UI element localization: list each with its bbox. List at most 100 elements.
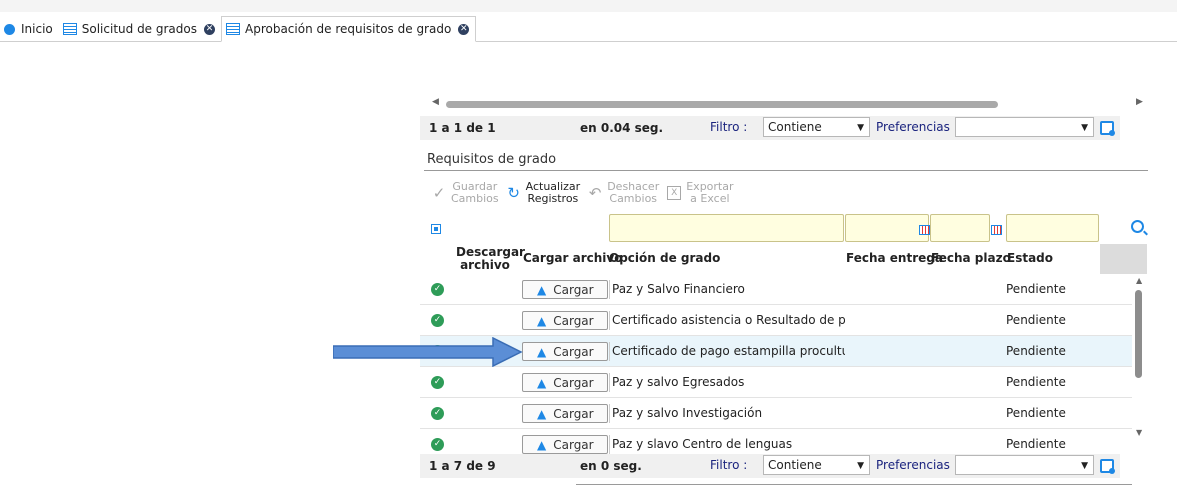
tab-solicitud-de-grados[interactable]: Solicitud de grados ✕ — [59, 17, 221, 41]
close-tab-icon[interactable]: ✕ — [204, 23, 215, 35]
undo-icon: ↶ — [588, 184, 602, 202]
column-status[interactable]: Estado — [1007, 252, 1053, 265]
pager-bottom: 1 a 7 de 9 en 0 seg. Filtro : Contiene ▼… — [420, 454, 1120, 478]
table-row[interactable]: ✓ ▲ Cargar Paz y Salvo Financiero Pendien… — [420, 274, 1132, 305]
upload-arrow-icon: ▲ — [537, 313, 547, 328]
table-row[interactable]: ✓ ▲ Cargar Paz y slavo Centro de lenguas … — [420, 429, 1132, 454]
undo-changes-button[interactable]: ↶ Deshacer Cambios — [586, 176, 659, 210]
upload-button[interactable]: ▲ Cargar — [522, 280, 608, 299]
horizontal-scrollbar[interactable]: ◀ ▶ — [420, 96, 1150, 110]
chevron-down-icon: ▼ — [1081, 461, 1088, 471]
upload-arrow-icon: ▲ — [537, 375, 547, 390]
grid-icon — [226, 23, 240, 35]
tab-inicio[interactable]: Inicio — [0, 17, 59, 41]
filter-row — [420, 214, 1132, 244]
preferences-select[interactable]: ▼ — [955, 455, 1094, 475]
table-header: Descargar archivo Cargar archivo Opción d… — [420, 244, 1120, 274]
tab-label: Inicio — [21, 22, 53, 36]
scroll-up-icon[interactable]: ▲ — [1136, 276, 1142, 285]
save-preferences-icon[interactable] — [1100, 459, 1115, 474]
check-circle-icon[interactable]: ✓ — [431, 314, 444, 327]
column-option[interactable]: Opción de grado — [609, 252, 720, 265]
table-row[interactable]: ✓ ▲ Cargar Paz y salvo Investigación Pend… — [420, 398, 1132, 429]
option-cell: Paz y salvo Investigación — [609, 404, 845, 423]
refresh-icon: ↻ — [507, 184, 520, 202]
status-cell: Pendiente — [1006, 437, 1066, 451]
requirements-rows: ✓ ▲ Cargar Paz y Salvo Financiero Pendien… — [420, 274, 1132, 454]
export-excel-label: Exportar a Excel — [686, 180, 734, 205]
refresh-records-label: Actualizar Registros — [525, 180, 581, 205]
upload-button[interactable]: ▲ Cargar — [522, 435, 608, 454]
grid-icon — [62, 23, 77, 35]
home-circle-icon — [4, 23, 15, 35]
preferences-label: Preferencias : — [876, 458, 958, 472]
select-all-checkbox[interactable] — [431, 224, 441, 234]
option-cell: Paz y salvo Egresados — [609, 373, 845, 392]
option-cell: Paz y slavo Centro de lenguas — [609, 435, 845, 454]
column-upload[interactable]: Cargar archivo — [523, 252, 622, 265]
column-download[interactable]: Descargar archivo — [456, 246, 525, 272]
calendar-icon[interactable] — [919, 225, 930, 235]
filter-select-value: Contiene — [768, 120, 822, 134]
header-scroll-cap — [1100, 244, 1147, 274]
status-cell: Pendiente — [1006, 313, 1066, 327]
close-tab-icon[interactable]: ✕ — [458, 23, 470, 35]
filter-select[interactable]: Contiene ▼ — [763, 455, 870, 475]
refresh-records-button[interactable]: ↻ Actualizar Registros — [505, 176, 581, 210]
tab-label: Solicitud de grados — [81, 22, 197, 36]
chevron-down-icon: ▼ — [857, 461, 864, 471]
search-icon[interactable] — [1131, 220, 1144, 233]
section-divider — [424, 170, 1148, 171]
export-excel-button[interactable]: X Exportar a Excel — [665, 176, 734, 210]
filter-label: Filtro : — [710, 120, 748, 134]
tab-label: Aprobación de requisitos de grado — [245, 22, 452, 36]
filter-select-value: Contiene — [768, 458, 822, 472]
upload-button[interactable]: ▲ Cargar — [522, 373, 608, 392]
upload-arrow-icon: ▲ — [537, 282, 547, 297]
upload-button[interactable]: ▲ Cargar — [522, 311, 608, 330]
calendar-icon[interactable] — [991, 225, 1002, 235]
upload-arrow-icon: ▲ — [537, 437, 547, 452]
status-cell: Pendiente — [1006, 406, 1066, 420]
check-circle-icon[interactable]: ✓ — [431, 438, 444, 451]
upload-button[interactable]: ▲ Cargar — [522, 342, 608, 361]
table-row[interactable]: ✓ ▲Cargar Certificado de pago estampilla… — [420, 336, 1132, 367]
filter-label: Filtro : — [710, 458, 748, 472]
column-delivery-date[interactable]: Fecha entrega — [846, 252, 943, 265]
excel-icon: X — [665, 184, 683, 202]
annotation-arrow-icon — [333, 337, 523, 367]
column-deadline[interactable]: Fecha plazo — [931, 252, 1011, 265]
grid-toolbar: ✓ Guardar Cambios ↻ Actualizar Registros ↶… — [430, 176, 740, 210]
preferences-select[interactable]: ▼ — [955, 117, 1094, 137]
delivery-date-filter-input[interactable] — [845, 214, 929, 242]
horizontal-scroll-thumb[interactable] — [446, 101, 998, 108]
requirements-panel: ◀ ▶ 1 a 1 de 1 en 0.04 seg. Filtro : Con… — [420, 96, 1150, 478]
scroll-down-icon[interactable]: ▼ — [1136, 428, 1142, 437]
check-circle-icon[interactable]: ✓ — [431, 407, 444, 420]
vertical-scrollbar[interactable]: ▲ ▼ — [1132, 276, 1148, 440]
table-row[interactable]: ✓ ▲ Cargar Certificado asistencia o Resul… — [420, 305, 1132, 336]
scroll-right-icon[interactable]: ▶ — [1136, 97, 1143, 107]
status-filter-input[interactable] — [1006, 214, 1099, 242]
check-circle-icon[interactable]: ✓ — [431, 283, 444, 296]
preferences-label: Preferencias : — [876, 120, 958, 134]
top-strip — [0, 0, 1177, 12]
tab-aprobacion-requisitos[interactable]: Aprobación de requisitos de grado ✕ — [221, 16, 477, 42]
section-title: Requisitos de grado — [427, 152, 557, 167]
save-changes-button[interactable]: ✓ Guardar Cambios — [430, 176, 499, 210]
undo-changes-label: Deshacer Cambios — [607, 180, 660, 205]
vertical-scroll-thumb[interactable] — [1135, 290, 1142, 378]
save-preferences-icon[interactable] — [1100, 121, 1115, 136]
filter-select[interactable]: Contiene ▼ — [763, 117, 870, 137]
check-circle-icon[interactable]: ✓ — [431, 376, 444, 389]
chevron-down-icon: ▼ — [1081, 123, 1088, 133]
scroll-left-icon[interactable]: ◀ — [432, 97, 439, 107]
deadline-filter-input[interactable] — [930, 214, 990, 242]
status-cell: Pendiente — [1006, 282, 1066, 296]
query-time: en 0 seg. — [580, 459, 642, 473]
option-cell: Certificado de pago estampilla procultur… — [609, 342, 845, 361]
upload-arrow-icon: ▲ — [537, 406, 547, 421]
option-filter-input[interactable] — [609, 214, 844, 242]
upload-button[interactable]: ▲ Cargar — [522, 404, 608, 423]
table-row[interactable]: ✓ ▲ Cargar Paz y salvo Egresados Pendient… — [420, 367, 1132, 398]
